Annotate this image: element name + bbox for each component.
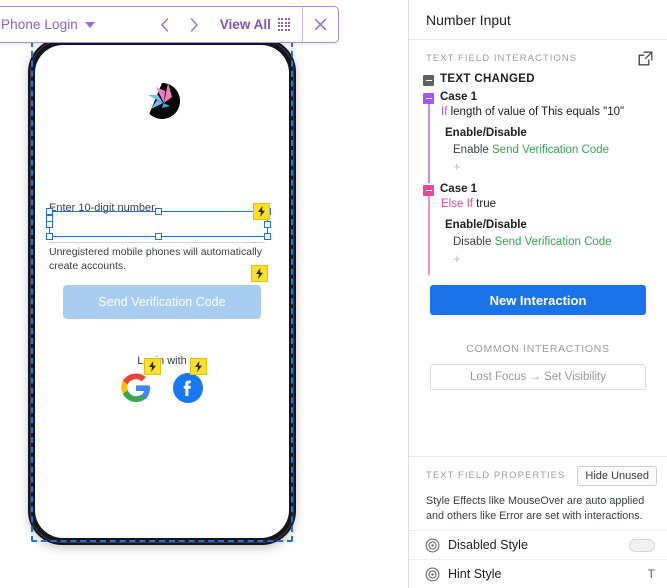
app-logo-wrap: [35, 73, 289, 129]
style-target-icon: [425, 538, 440, 553]
interactions-section-header: TEXT FIELD INTERACTIONS: [409, 40, 667, 73]
common-interactions-label: COMMON INTERACTIONS: [466, 343, 610, 355]
add-action-button[interactable]: +: [423, 248, 667, 275]
app-root: Phone Login View All Enter 10-digit numb…: [0, 0, 667, 588]
new-interaction-button[interactable]: New Interaction: [430, 285, 646, 315]
view-all-button[interactable]: View All: [210, 17, 278, 32]
resize-handle-se[interactable]: [264, 233, 271, 240]
panel-header: Number Input: [409, 0, 667, 40]
disabled-style-toggle[interactable]: [629, 538, 655, 552]
interaction-bolt-icon-facebook[interactable]: [190, 358, 207, 375]
phone-helper-text: Unregistered mobile phones will automati…: [49, 246, 263, 273]
send-verification-code-button[interactable]: Send Verification Code: [63, 285, 261, 319]
case-action-target: Send Verification Code: [492, 144, 610, 156]
properties-header: TEXT FIELD PROPERTIES Hide Unused: [409, 465, 667, 486]
case-rail: [428, 98, 430, 183]
properties-panel: Number Input TEXT FIELD INTERACTIONS TEX…: [408, 0, 667, 588]
case-action[interactable]: Disable Send Verification Code: [423, 231, 667, 248]
resize-handle-w-upper[interactable]: [46, 215, 53, 222]
case-action-group: Enable/Disable: [445, 127, 527, 139]
interaction-bolt-icon-button[interactable]: [251, 265, 268, 282]
phone-device-frame: Enter 10-digit number Unregistered mobil…: [28, 38, 296, 545]
case-rail: [428, 195, 430, 275]
property-row-hint-style[interactable]: Hint Style T: [409, 559, 667, 588]
case-action-target: Send Verification Code: [494, 236, 612, 248]
text-field-properties-section: TEXT FIELD PROPERTIES Hide Unused Style …: [409, 455, 667, 588]
login-with-label: Login with: [137, 355, 187, 367]
interactions-tree: TEXT CHANGED Case 1 If length of value o…: [409, 73, 667, 275]
resize-handle-nw[interactable]: [46, 208, 53, 215]
property-name: Hint Style: [448, 567, 502, 581]
interaction-event-row[interactable]: TEXT CHANGED: [423, 73, 667, 86]
case-action-verb: Enable: [453, 144, 489, 156]
chevron-left-icon[interactable]: [150, 7, 180, 42]
resize-handle-s[interactable]: [155, 233, 162, 240]
properties-section-label: TEXT FIELD PROPERTIES: [426, 470, 566, 482]
property-name: Disabled Style: [448, 538, 528, 552]
app-logo-icon: [134, 73, 190, 129]
toolbar-screen-selector[interactable]: Phone Login: [0, 7, 150, 42]
resize-handle-n[interactable]: [155, 208, 162, 215]
interaction-case: Case 1 Else If true Enable/Disable Disab…: [423, 183, 667, 275]
screen-toolbar: Phone Login View All: [0, 6, 339, 43]
case-condition[interactable]: If length of value of This equals "10": [423, 104, 667, 118]
style-target-icon: [425, 567, 440, 582]
facebook-login-icon[interactable]: [171, 371, 205, 405]
case-action-group: Enable/Disable: [445, 219, 527, 231]
case-condition[interactable]: Else If true: [423, 196, 667, 210]
external-link-icon[interactable]: [638, 51, 653, 66]
case-header[interactable]: Case 1: [423, 183, 667, 196]
collapse-minus-icon-case[interactable]: [423, 93, 434, 104]
interaction-event-name: TEXT CHANGED: [440, 73, 535, 85]
hide-unused-button[interactable]: Hide Unused: [577, 465, 657, 486]
grid-icon[interactable]: [277, 18, 290, 31]
google-login-icon[interactable]: [119, 371, 153, 405]
case-action[interactable]: Enable Send Verification Code: [423, 139, 667, 156]
caret-down-icon[interactable]: [84, 21, 95, 28]
case-condition-text: length of value of This equals "10": [450, 106, 625, 118]
interaction-bolt-icon-field[interactable]: [253, 203, 270, 220]
case-title: Case 1: [440, 183, 478, 195]
common-interaction-chip[interactable]: Lost Focus → Set Visibility: [430, 364, 646, 390]
case-title: Case 1: [440, 91, 478, 103]
property-row-disabled-style[interactable]: Disabled Style: [409, 530, 667, 559]
toolbar-actions: View All: [150, 7, 302, 42]
social-login-row: [35, 371, 289, 405]
collapse-minus-icon-case[interactable]: [423, 185, 434, 196]
case-keyword: If: [441, 106, 448, 118]
interaction-case: Case 1 If length of value of This equals…: [423, 86, 667, 183]
interaction-bolt-icon-google[interactable]: [144, 358, 161, 375]
interactions-section-label: TEXT FIELD INTERACTIONS: [426, 53, 578, 64]
properties-note: Style Effects like MouseOver are auto ap…: [426, 494, 645, 522]
add-action-button[interactable]: +: [423, 156, 667, 183]
case-condition-text: true: [476, 198, 496, 210]
toolbar-screen-name: Phone Login: [1, 17, 78, 32]
resize-handle-sw[interactable]: [46, 233, 53, 240]
selected-element-bounds[interactable]: [46, 208, 271, 240]
chevron-right-icon[interactable]: [180, 7, 210, 42]
design-canvas[interactable]: Phone Login View All Enter 10-digit numb…: [0, 0, 408, 588]
page-title: Number Input: [426, 11, 511, 28]
collapse-minus-icon-event[interactable]: [423, 75, 434, 86]
case-keyword: Else If: [441, 198, 473, 210]
resize-handle-e[interactable]: [264, 220, 271, 228]
case-action-verb: Disable: [453, 236, 492, 248]
hint-style-text-control[interactable]: T: [648, 567, 655, 581]
close-icon[interactable]: [302, 7, 338, 42]
case-header[interactable]: Case 1: [423, 86, 667, 104]
phone-screen[interactable]: Enter 10-digit number Unregistered mobil…: [35, 45, 289, 538]
